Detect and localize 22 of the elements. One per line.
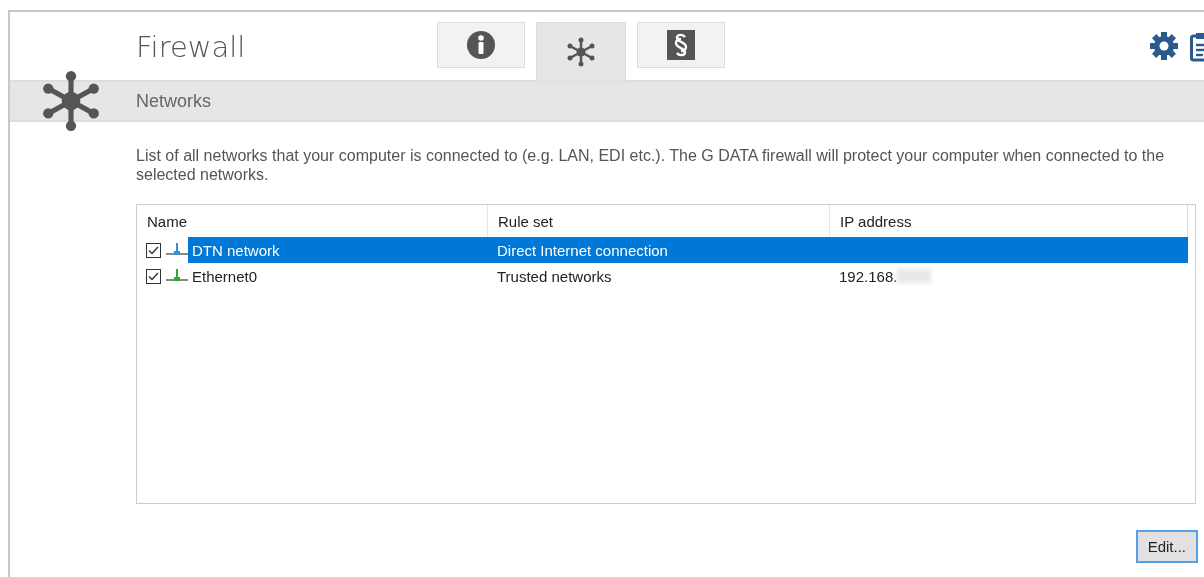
table-cell[interactable]: Ethernet0 [188,263,487,289]
table-cell[interactable]: DTN network [188,237,487,263]
section-title: Networks [136,90,211,112]
tab[interactable] [536,22,626,81]
description-text: List of all networks that your computer is connected to (e.g. LAN, EDI etc.). The G DATA firewall will protect your computer when connected to the selected networks. [136,146,1166,184]
column-header[interactable]: Name [137,205,487,237]
info-icon [467,31,495,59]
window-title: Firewall [136,30,247,64]
table-cell-text: Trusted networks [496,266,613,287]
tab[interactable] [437,22,525,68]
settings-icon[interactable] [1150,32,1178,60]
network-icon [566,37,596,67]
checkbox[interactable] [146,268,161,284]
table-cell: Direct Internet connection [487,237,829,263]
edit-button[interactable]: Edit... [1135,530,1198,563]
section-sign-icon [667,30,695,60]
network-hub-icon [40,70,102,132]
checkbox[interactable] [146,242,161,258]
network-cable-icon [166,243,188,257]
tab[interactable] [637,22,725,68]
network-cable-icon [166,269,188,283]
table-cell: 192.168. [839,267,898,285]
